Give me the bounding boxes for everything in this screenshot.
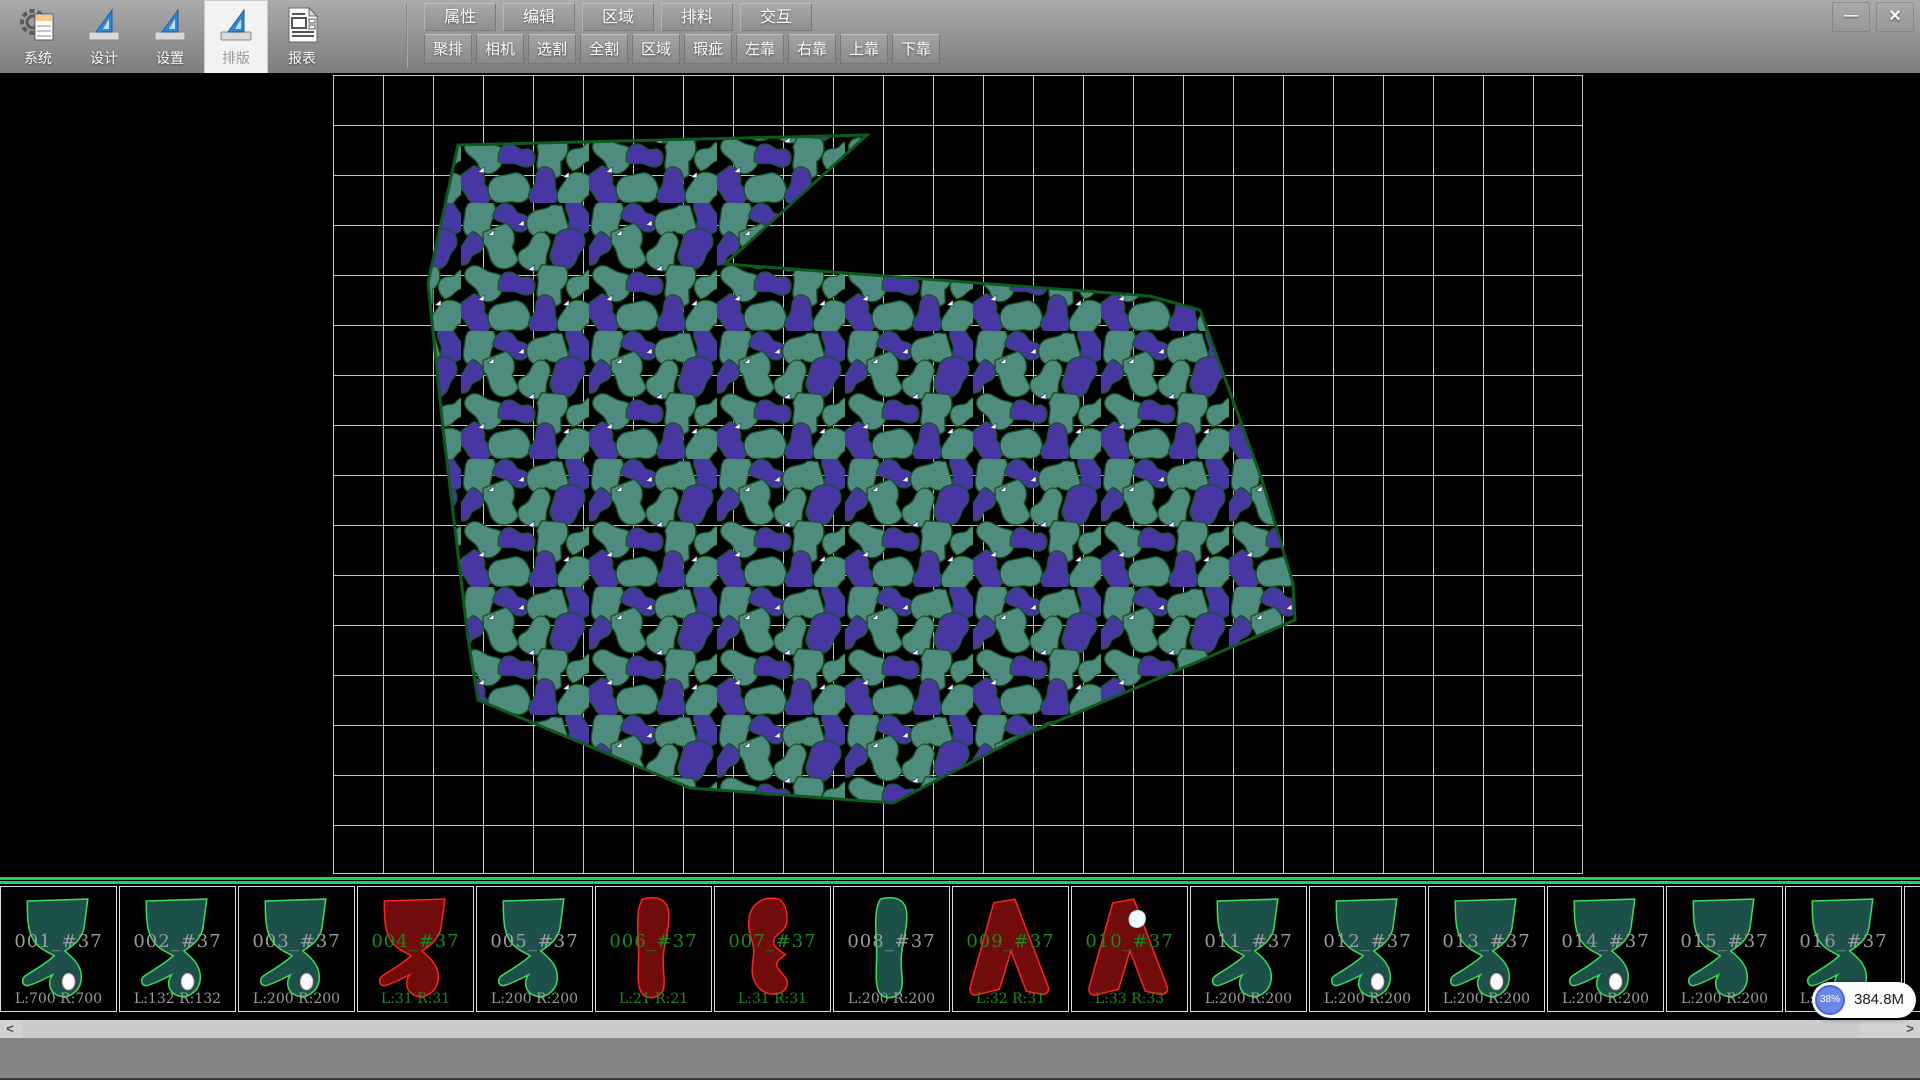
piece-label: 001_#37 xyxy=(1,931,116,952)
piece-meta: L:700 R:700 xyxy=(1,991,116,1007)
tool-align-left[interactable]: 左靠 xyxy=(736,34,784,64)
main-toolbar-group: 系统 设计 设置 排版 xyxy=(6,0,334,73)
piece-label: 007_#37 xyxy=(715,931,830,952)
report-document-icon xyxy=(281,4,323,46)
tool-row: 聚排 相机 选割 全割 区域 瑕疵 左靠 右靠 上靠 下靠 xyxy=(424,34,940,64)
top-toolbar: 系统 设计 设置 排版 xyxy=(0,0,1920,73)
piece-thumb-010[interactable]: 010_#37 L:33 R:33 xyxy=(1071,886,1188,1012)
toolbar-button-settings[interactable]: 设置 xyxy=(138,0,202,74)
piece-thumb-011[interactable]: 011_#37 L:200 R:200 xyxy=(1190,886,1307,1012)
piece-label: 012_#37 xyxy=(1310,931,1425,952)
toolbar-label: 系统 xyxy=(24,48,52,68)
piece-meta: L:31 R:31 xyxy=(358,991,473,1007)
piece-meta: L:132 R:132 xyxy=(120,991,235,1007)
scrollbar-track[interactable] xyxy=(22,1020,1860,1038)
minimize-button[interactable]: ─ xyxy=(1832,2,1870,32)
hide-outline[interactable] xyxy=(428,135,1295,803)
piece-meta: L:200 R:200 xyxy=(1310,991,1425,1007)
toolbar-button-report[interactable]: 报表 xyxy=(270,0,334,74)
menu-bar: 属性 编辑 区域 排料 交互 xyxy=(424,3,812,31)
piece-label: 006_#37 xyxy=(596,931,711,952)
settings-setsquare-icon xyxy=(149,4,191,46)
piece-label: 015_#37 xyxy=(1667,931,1782,952)
menu-nesting[interactable]: 排料 xyxy=(661,3,733,31)
piece-thumb-009[interactable]: 009_#37 L:32 R:31 xyxy=(952,886,1069,1012)
piece-thumb-003[interactable]: 003_#37 L:200 R:200 xyxy=(238,886,355,1012)
piece-thumb-006[interactable]: 006_#37 L:21 R:21 xyxy=(595,886,712,1012)
menu-edit[interactable]: 编辑 xyxy=(503,3,575,31)
toolbar-button-system[interactable]: 系统 xyxy=(6,0,70,74)
piece-label: 002_#37 xyxy=(120,931,235,952)
nesting-canvas[interactable] xyxy=(0,73,1920,875)
piece-meta: L:200 R:200 xyxy=(1667,991,1782,1007)
piece-meta: L:33 R:33 xyxy=(1072,991,1187,1007)
piece-thumb-005[interactable]: 005_#37 L:200 R:200 xyxy=(476,886,593,1012)
system-gear-icon xyxy=(17,4,59,46)
tool-align-bottom[interactable]: 下靠 xyxy=(892,34,940,64)
nested-hide[interactable] xyxy=(333,75,1583,875)
progress-ring: 38% xyxy=(1815,985,1845,1015)
tool-align-right[interactable]: 右靠 xyxy=(788,34,836,64)
window-bottom-bar xyxy=(0,1038,1920,1080)
memory-value: 384.8M xyxy=(1854,982,1904,1018)
piece-label: 004_#37 xyxy=(358,931,473,952)
scroll-left-arrow[interactable]: < xyxy=(0,1020,20,1038)
memory-status-chip[interactable]: 38% 384.8M xyxy=(1812,982,1916,1018)
piece-label: 005_#37 xyxy=(477,931,592,952)
toolbar-label: 排版 xyxy=(222,48,250,68)
piece-thumb-015[interactable]: 015_#37 L:200 R:200 xyxy=(1666,886,1783,1012)
piece-meta: L:31 R:31 xyxy=(715,991,830,1007)
strip-separator xyxy=(0,875,1920,886)
tool-cluster-nest[interactable]: 聚排 xyxy=(424,34,472,64)
piece-thumb-012[interactable]: 012_#37 L:200 R:200 xyxy=(1309,886,1426,1012)
piece-label: 003_#37 xyxy=(239,931,354,952)
tool-align-top[interactable]: 上靠 xyxy=(840,34,888,64)
piece-thumb-004[interactable]: 004_#37 L:31 R:31 xyxy=(357,886,474,1012)
piece-label: 016_#37 xyxy=(1786,931,1901,952)
toolbar-label: 设置 xyxy=(156,48,184,68)
piece-meta: L:200 R:200 xyxy=(834,991,949,1007)
menu-region[interactable]: 区域 xyxy=(582,3,654,31)
piece-thumb-007[interactable]: 007_#37 L:31 R:31 xyxy=(714,886,831,1012)
menu-properties[interactable]: 属性 xyxy=(424,3,496,31)
tool-camera[interactable]: 相机 xyxy=(476,34,524,64)
piece-meta: L:200 R:200 xyxy=(239,991,354,1007)
piece-meta: L:200 R:200 xyxy=(1191,991,1306,1007)
horizontal-scrollbar[interactable]: < > xyxy=(0,1020,1920,1038)
toolbar-button-nesting[interactable]: 排版 xyxy=(204,0,268,74)
toolbar-label: 设计 xyxy=(90,48,118,68)
piece-thumb-014[interactable]: 014_#37 L:200 R:200 xyxy=(1547,886,1664,1012)
tool-select-cut[interactable]: 选割 xyxy=(528,34,576,64)
close-button[interactable]: × xyxy=(1876,2,1914,32)
piece-thumb-002[interactable]: 002_#37 L:132 R:132 xyxy=(119,886,236,1012)
piece-meta: L:21 R:21 xyxy=(596,991,711,1007)
piece-label: 011_#37 xyxy=(1191,931,1306,952)
scroll-right-arrow[interactable]: > xyxy=(1900,1020,1920,1038)
piece-label: 013_#37 xyxy=(1429,931,1544,952)
piece-meta: L:200 R:200 xyxy=(1548,991,1663,1007)
piece-label: 009_#37 xyxy=(953,931,1068,952)
piece-label: 010_#37 xyxy=(1072,931,1187,952)
window-controls: ─ × xyxy=(1832,2,1914,32)
tool-region[interactable]: 区域 xyxy=(632,34,680,64)
piece-thumb-008[interactable]: 008_#37 L:200 R:200 xyxy=(833,886,950,1012)
piece-thumbnail-strip: 001_#37 L:700 R:700 002_#37 L:132 R:132 … xyxy=(0,886,1920,1014)
piece-thumb-001[interactable]: 001_#37 L:700 R:700 xyxy=(0,886,117,1012)
piece-label: 014_#37 xyxy=(1548,931,1663,952)
menu-interaction[interactable]: 交互 xyxy=(740,3,812,31)
piece-meta: L:200 R:200 xyxy=(477,991,592,1007)
toolbar-label: 报表 xyxy=(288,48,316,68)
design-setsquare-icon xyxy=(83,4,125,46)
tool-defect[interactable]: 瑕疵 xyxy=(684,34,732,64)
piece-meta: L:200 R:200 xyxy=(1429,991,1544,1007)
piece-thumb-013[interactable]: 013_#37 L:200 R:200 xyxy=(1428,886,1545,1012)
piece-label: 008_#37 xyxy=(834,931,949,952)
nesting-setsquare-icon xyxy=(215,4,257,46)
tool-cut-all[interactable]: 全割 xyxy=(580,34,628,64)
piece-meta: L:32 R:31 xyxy=(953,991,1068,1007)
toolbar-divider xyxy=(406,4,408,68)
toolbar-button-design[interactable]: 设计 xyxy=(72,0,136,74)
